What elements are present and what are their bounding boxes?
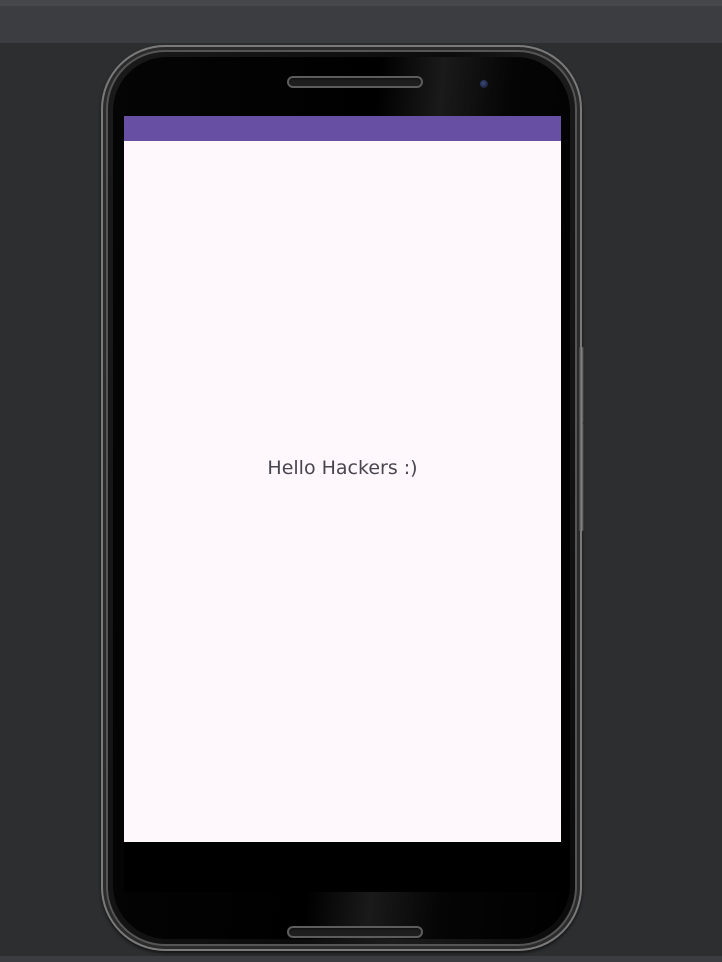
hello-text-view: Hello Hackers :) — [267, 457, 418, 479]
ide-bottom-strip — [0, 956, 722, 962]
device-screen[interactable]: Hello Hackers :) — [124, 116, 561, 842]
navigation-bar[interactable] — [124, 842, 561, 892]
front-camera — [480, 80, 488, 88]
volume-button[interactable] — [579, 347, 584, 423]
bottom-speaker — [287, 926, 423, 938]
ide-toolbar-strip — [0, 0, 722, 43]
power-button[interactable] — [579, 423, 584, 531]
earpiece-speaker — [287, 76, 423, 88]
status-bar — [124, 116, 561, 141]
